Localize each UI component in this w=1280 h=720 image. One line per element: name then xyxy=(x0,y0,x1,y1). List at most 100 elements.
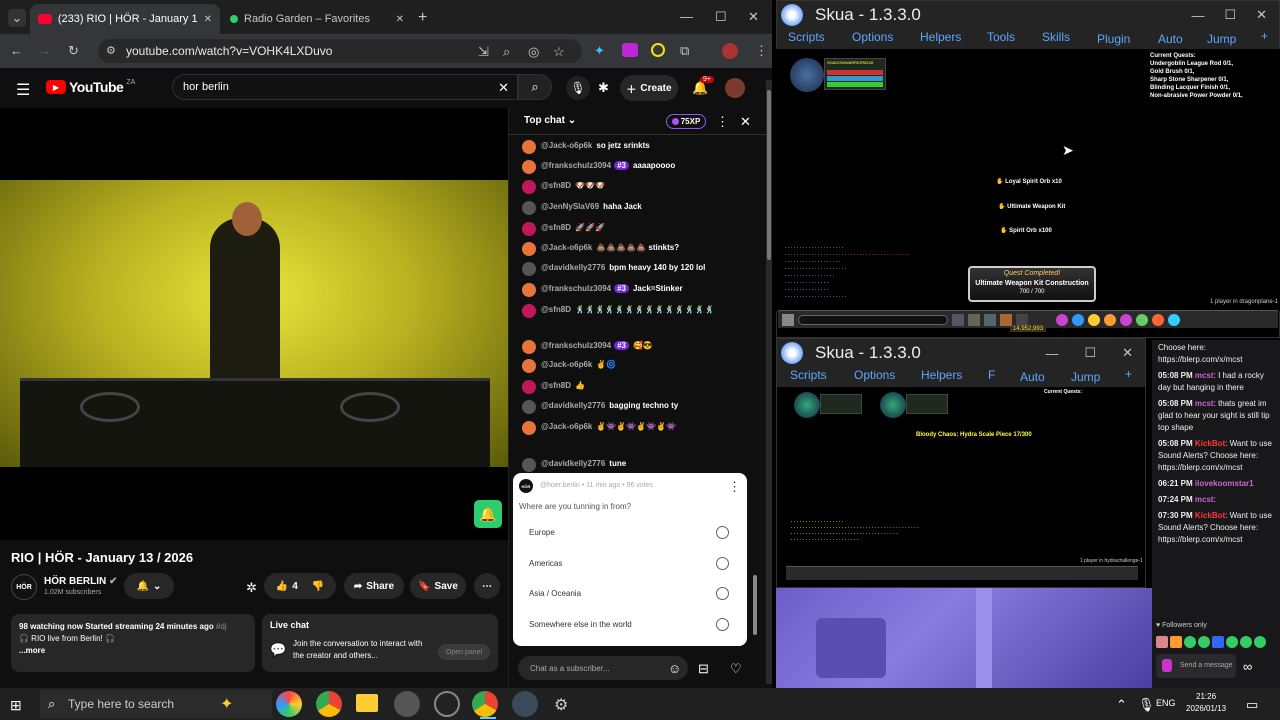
chat-avatar[interactable] xyxy=(522,400,536,414)
subscribe-bell-overlay-icon[interactable]: 🔔 xyxy=(474,500,502,528)
menu-options[interactable]: Options xyxy=(854,368,895,382)
chat-author[interactable]: @Jack-o6p6k xyxy=(541,243,592,252)
menu-icon[interactable] xyxy=(1136,313,1148,326)
chat-author[interactable]: @JenNySlaV69 xyxy=(541,202,599,211)
menu-plugin[interactable]: Plugin xyxy=(1097,32,1130,46)
chat-author[interactable]: @frankschulz3094 xyxy=(541,284,611,293)
menu-scripts[interactable]: Scripts xyxy=(788,30,825,44)
menu-icon[interactable] xyxy=(1104,313,1116,326)
add-icon[interactable]: + xyxy=(1261,29,1268,43)
app-icon[interactable] xyxy=(394,691,420,717)
clear-search-icon[interactable]: ✕ xyxy=(498,80,509,96)
drop-item[interactable]: ✋ Spirit Orb x100 xyxy=(1000,227,1052,234)
menu-auto[interactable]: Auto xyxy=(1020,370,1045,384)
emote[interactable] xyxy=(1184,636,1196,648)
send-message-input[interactable]: Send a message xyxy=(1156,654,1236,678)
radio-button[interactable] xyxy=(716,557,729,570)
extension-icon[interactable] xyxy=(622,43,638,57)
tab-search-icon[interactable]: ⌄ xyxy=(8,9,26,27)
chat-author[interactable]: @frankschulz3094 xyxy=(541,161,611,170)
search-button[interactable]: ⌕ xyxy=(518,74,552,100)
copilot-icon[interactable] xyxy=(276,691,302,717)
chat-message[interactable]: @Jack-o6p6k ✌👾✌👾✌👾✌👾 xyxy=(522,421,756,435)
chat-user[interactable]: mcst xyxy=(1195,495,1214,504)
forward-icon[interactable]: → xyxy=(38,43,51,58)
file-explorer-icon[interactable] xyxy=(356,694,378,712)
emote[interactable] xyxy=(1254,636,1266,648)
chat-user[interactable]: KickBot xyxy=(1195,439,1225,448)
menu-helpers[interactable]: Helpers xyxy=(921,368,962,382)
chat-user[interactable]: KickBot xyxy=(1195,511,1225,520)
super-chat-icon[interactable]: ⊟ xyxy=(698,661,709,677)
menu-icon[interactable] xyxy=(1152,313,1164,326)
page-scrollbar-thumb[interactable] xyxy=(767,90,771,260)
minimize-icon[interactable]: — xyxy=(680,9,693,24)
chat-author[interactable]: @Jack-o6p6k xyxy=(541,141,592,150)
drop-item[interactable]: ✋ Loyal Spirit Orb x10 xyxy=(996,178,1062,185)
search-input[interactable]: hor berlin ✕ xyxy=(172,74,518,100)
chat-author[interactable]: @frankschulz3094 xyxy=(541,341,611,350)
chat-avatar[interactable] xyxy=(522,458,536,472)
close-icon[interactable]: ✕ xyxy=(1256,7,1267,23)
heart-icon[interactable]: ♡ xyxy=(730,661,742,677)
top-chat-dropdown[interactable]: Top chat ⌄ xyxy=(524,115,576,126)
tray-chevron-icon[interactable]: ⌃ xyxy=(1116,697,1127,713)
chat-avatar[interactable] xyxy=(522,180,536,194)
video-player[interactable]: 🔔 xyxy=(0,108,508,540)
chat-avatar[interactable] xyxy=(522,140,536,154)
create-button[interactable]: ＋ Create xyxy=(620,75,678,101)
poll-option[interactable]: Somewhere else in the world xyxy=(529,618,729,631)
chat-message[interactable]: @JenNySlaV69 haha Jack xyxy=(522,201,756,215)
chat-author[interactable]: @sfn8D xyxy=(541,305,571,314)
emote[interactable] xyxy=(1156,636,1168,648)
save-button[interactable]: 🔖 Save xyxy=(410,573,466,599)
open-panel-button[interactable]: Open panel xyxy=(438,644,490,660)
add-icon[interactable]: + xyxy=(1125,367,1132,381)
zoom-icon[interactable]: ⌕ xyxy=(503,44,510,60)
tab-close-icon[interactable]: ✕ xyxy=(204,14,212,25)
drop-item[interactable]: ✋ Ultimate Weapon Kit xyxy=(998,203,1065,210)
chat-message[interactable]: @Jack-o6p6k 💩💩💩💩💩 stinkts? xyxy=(522,242,756,256)
microphone-tray-icon[interactable]: 🎙 xyxy=(1138,697,1155,713)
app-icon[interactable] xyxy=(512,691,538,717)
subscribed-notifications-button[interactable]: 🔔 ⌄ xyxy=(124,573,174,599)
clock[interactable]: 21:26 2026/01/13 xyxy=(1186,691,1226,715)
tab-youtube[interactable]: (233) RIO | HÖR - January 1 ✕ xyxy=(30,4,220,34)
chat-author[interactable]: @Jack-o6p6k xyxy=(541,360,592,369)
emote[interactable] xyxy=(1198,636,1210,648)
hashtag[interactable]: #dj xyxy=(216,622,227,631)
chat-message[interactable]: @Jack-o6p6k so jetz srinkts xyxy=(522,140,756,154)
radio-button[interactable] xyxy=(716,618,729,631)
menu-icon[interactable] xyxy=(1120,313,1132,326)
chat-author[interactable]: @Jack-o6p6k xyxy=(541,422,592,431)
gift-icon[interactable]: ✲ xyxy=(246,580,257,596)
chat-message[interactable]: @frankschulz3094 #3 Jack=Stinker xyxy=(522,283,756,297)
menu-icon[interactable] xyxy=(1088,313,1100,326)
menu-kebab-icon[interactable]: ⋮ xyxy=(755,43,768,59)
menu-icon[interactable] xyxy=(1056,313,1068,326)
maximize-icon[interactable]: ☐ xyxy=(1084,345,1096,361)
chat-avatar[interactable] xyxy=(522,242,536,256)
notification-center-icon[interactable]: ▭ xyxy=(1246,697,1258,713)
reload-icon[interactable]: ↻ xyxy=(68,43,79,59)
chat-message[interactable]: @sfn8D 🐶🐶🐶 xyxy=(522,180,756,194)
chat-settings-icon[interactable]: ∞ xyxy=(1243,659,1252,674)
chat-avatar[interactable] xyxy=(522,421,536,435)
close-window-icon[interactable]: ✕ xyxy=(748,9,759,25)
windows-start-icon[interactable]: ⊞ xyxy=(10,697,22,714)
chat-avatar[interactable] xyxy=(522,222,536,236)
new-tab-icon[interactable]: + xyxy=(418,9,427,27)
chat-avatar[interactable] xyxy=(522,262,536,276)
chat-user[interactable]: ilovekoomstar1 xyxy=(1195,479,1254,488)
channel-avatar[interactable]: HÖR xyxy=(11,574,37,600)
install-icon[interactable]: ⇲ xyxy=(478,44,489,60)
menu-icon[interactable] xyxy=(1168,313,1180,326)
voice-search-icon[interactable]: 🎙 xyxy=(566,76,590,100)
chat-author[interactable]: @sfn8D xyxy=(541,381,571,390)
menu-icon[interactable] xyxy=(1072,313,1084,326)
chat-message[interactable]: @sfn8D 🕺🕺🕺🕺🕺🕺🕺🕺🕺🕺🕺🕺🕺🕺 xyxy=(522,304,756,318)
emote[interactable] xyxy=(1240,636,1252,648)
chat-message[interactable]: @frankschulz3094 #3 aaaapoooo xyxy=(522,160,756,174)
poll-scrollbar[interactable] xyxy=(753,575,757,635)
site-info-icon[interactable]: ⚙ xyxy=(106,44,116,57)
